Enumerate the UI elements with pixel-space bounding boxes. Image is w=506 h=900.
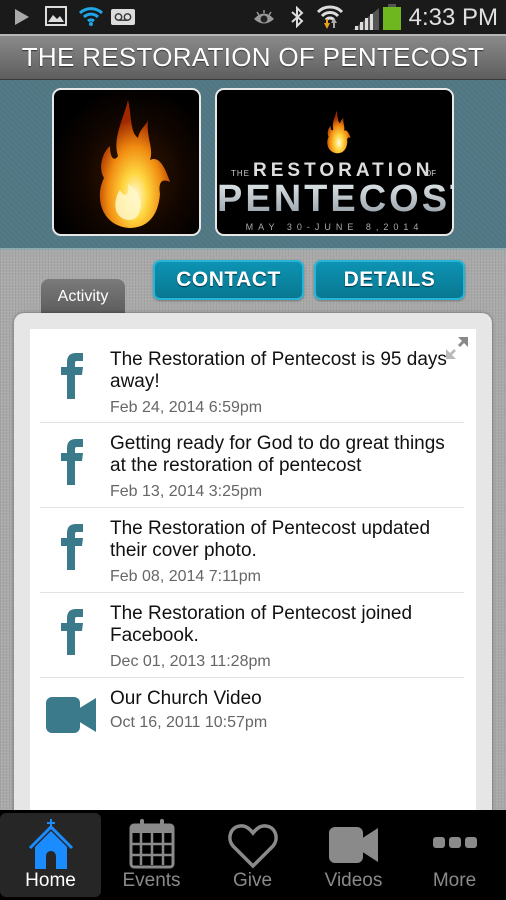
- activity-panel: The Restoration of Pentecost is 95 days …: [14, 313, 492, 823]
- main-content: Activity CONTACT DETAILS The Restoration…: [0, 250, 506, 823]
- feed-item[interactable]: The Restoration of Pentecost joined Face…: [40, 593, 464, 678]
- flame-icon: [99, 100, 170, 228]
- feed-item[interactable]: The Restoration of Pentecost is 95 days …: [40, 329, 464, 423]
- details-button[interactable]: DETAILS: [314, 260, 465, 300]
- more-dots-icon: [432, 837, 477, 848]
- church-home-icon: [28, 819, 73, 869]
- page-title: THE RESTORATION OF PENTECOST: [21, 42, 485, 72]
- facebook-icon: [61, 353, 83, 399]
- feed-item-text: Getting ready for God to do great things…: [110, 433, 445, 476]
- eye-icon: [253, 10, 275, 31]
- facebook-icon: [61, 524, 83, 570]
- feed-item-date: Feb 08, 2014 7:11pm: [110, 568, 261, 585]
- feed-item-date: Dec 01, 2013 11:28pm: [110, 653, 271, 670]
- contact-button[interactable]: CONTACT: [153, 260, 304, 300]
- activity-feed[interactable]: The Restoration of Pentecost is 95 days …: [30, 329, 476, 819]
- feed-item-date: Oct 16, 2011 10:57pm: [110, 714, 268, 731]
- title-bar: THE RESTORATION OF PENTECOST: [0, 34, 506, 80]
- feed-item-text: Our Church Video: [110, 688, 262, 709]
- facebook-icon: [61, 439, 83, 485]
- video-camera-icon: [328, 827, 378, 863]
- heart-icon: [227, 824, 278, 869]
- event-promo-image[interactable]: THE RESTORATION OF PENTECOST MAY 30-JUNE…: [215, 88, 454, 236]
- banner: THE RESTORATION OF PENTECOST MAY 30-JUNE…: [0, 80, 506, 250]
- voicemail-icon: [111, 9, 135, 30]
- feed-item-text: The Restoration of Pentecost is 95 days …: [110, 349, 447, 392]
- nav-label: Give: [232, 870, 273, 891]
- nav-item-give[interactable]: Give: [202, 813, 303, 897]
- wifi-icon: [78, 5, 104, 32]
- feed-item-text: The Restoration of Pentecost updated the…: [110, 518, 431, 561]
- feed-item[interactable]: Getting ready for God to do great things…: [40, 423, 464, 508]
- feed-item-date: Feb 13, 2014 3:25pm: [110, 483, 263, 500]
- nav-label: Videos: [324, 870, 383, 891]
- facebook-icon: [61, 609, 83, 655]
- promo-pentecost: PENTECOST: [217, 178, 454, 220]
- battery-icon: [383, 4, 401, 35]
- nav-item-videos[interactable]: Videos: [303, 813, 404, 897]
- nav-label: More: [432, 870, 477, 891]
- wifi-transfer-icon: [316, 4, 344, 35]
- nav-item-home[interactable]: Home: [0, 813, 101, 897]
- nav-label: Home: [25, 870, 76, 891]
- video-camera-icon: [46, 697, 96, 733]
- flame-logo-image[interactable]: [52, 88, 201, 236]
- status-bar: 4:33 PM: [0, 0, 506, 34]
- feed-item-text: The Restoration of Pentecost joined Face…: [110, 603, 413, 646]
- bluetooth-icon: [290, 5, 304, 33]
- nav-label: Events: [122, 870, 181, 891]
- status-time: 4:33 PM: [408, 4, 498, 31]
- nav-item-events[interactable]: Events: [101, 813, 202, 897]
- feed-item[interactable]: Our Church Video Oct 16, 2011 10:57pm: [40, 678, 464, 744]
- promo-dates: MAY 30-JUNE 8,2014: [245, 222, 424, 232]
- feed-item[interactable]: The Restoration of Pentecost updated the…: [40, 508, 464, 593]
- image-icon: [45, 6, 67, 31]
- promo-of: OF: [425, 169, 437, 178]
- small-flame-icon: [327, 110, 351, 154]
- signal-icon: [353, 8, 379, 35]
- feed-item-date: Feb 24, 2014 6:59pm: [110, 399, 263, 416]
- play-icon: [14, 8, 30, 31]
- nav-item-more[interactable]: More: [404, 813, 505, 897]
- calendar-icon: [129, 819, 174, 869]
- bottom-nav: Home Events Give Videos More: [0, 810, 506, 900]
- promo-the: THE: [231, 169, 250, 178]
- tab-activity[interactable]: Activity: [41, 279, 125, 315]
